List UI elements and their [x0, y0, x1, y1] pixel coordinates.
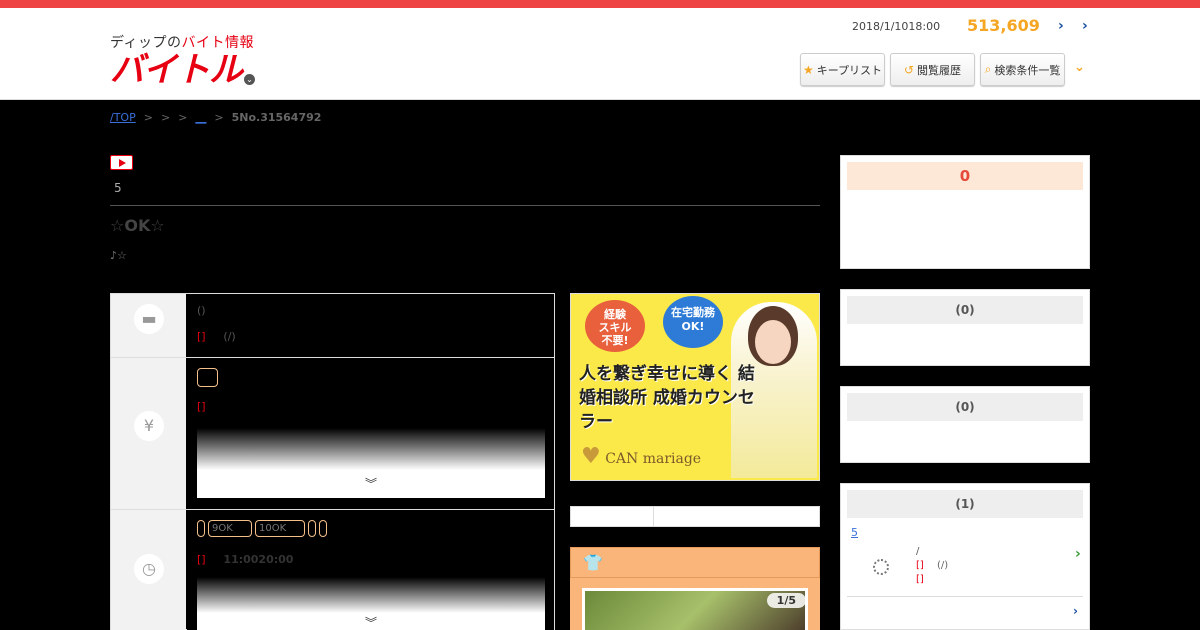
table-row: ◷ 9OK 10OK [] 11:0020:00 ︾ [111, 510, 554, 630]
side-card-saved: (0) [840, 386, 1090, 463]
breadcrumb: /TOP > > > __ > 5No.31564792 [110, 111, 322, 124]
video-icon[interactable] [110, 155, 133, 170]
breadcrumb-top-link[interactable]: /TOP [110, 111, 136, 124]
banner-logo: ♥ CAN mariage [581, 444, 702, 469]
tab-bar[interactable] [570, 506, 820, 527]
side-card-history: (0) [840, 289, 1090, 366]
title-divider [110, 205, 820, 206]
shift-badge: 10OK [255, 520, 305, 537]
job-count: 513,609 [967, 16, 1040, 35]
keep-list-button[interactable]: ★ キープリスト [800, 53, 885, 86]
expand-icon[interactable]: ︾ [365, 614, 377, 630]
clock-icon: ◷ [134, 554, 164, 584]
expand-icon[interactable]: ︾ [365, 475, 377, 492]
salary-details-collapsed[interactable]: ︾ [197, 428, 545, 498]
side-card-recommend: (1) 5 / [] (/) [] › › [840, 483, 1090, 630]
table-row: ▬ () [] (/) [111, 294, 554, 358]
job-subtitle: ♪☆ [110, 249, 127, 262]
photo-counter: 1/5 [766, 593, 806, 608]
site-header: ディップのバイト情報 バイトル ⌄ 2018/1/1018:00 513,609… [0, 8, 1200, 100]
job-title: ☆OK☆ [110, 216, 165, 235]
heart-icon: ♥ [581, 444, 601, 469]
photo-gallery: 1/5 [570, 578, 820, 630]
update-datetime: 2018/1/1018:00 [852, 20, 941, 33]
loading-icon [873, 559, 889, 575]
promo-bubble: 経験 スキル 不要! [585, 300, 645, 352]
work-hours: 11:0020:00 [223, 553, 294, 566]
search-conditions-button[interactable]: ⌕ 検索条件一覧 [980, 53, 1065, 86]
saved-count: (0) [847, 393, 1083, 421]
hours-details-collapsed[interactable]: ︾ [197, 577, 545, 630]
banner-headline: 人を繋ぎ幸せに導く 結婚相談所 成婚カウンセラー [579, 364, 755, 432]
history-count: (0) [847, 296, 1083, 324]
yen-icon: ¥ [134, 411, 164, 441]
job-rank: 5 [114, 181, 122, 195]
shirt-icon: 👕 [583, 553, 603, 572]
keep-count: 0 [847, 162, 1083, 190]
recommend-link[interactable]: 5 [851, 526, 901, 539]
chevron-down-icon[interactable]: ⌄ [1074, 60, 1085, 75]
breadcrumb-current: 5No.31564792 [231, 111, 322, 124]
job-info-table: ▬ () [] (/) ¥ [] ︾ ◷ 9OK 10OK [] 11:0020… [110, 293, 555, 630]
recommend-count: (1) [847, 490, 1083, 518]
search-icon: ⌕ [984, 62, 992, 76]
chevron-right-icon[interactable]: › [1082, 18, 1088, 34]
history-icon: ↺ [903, 62, 915, 77]
ad-banner[interactable]: 経験 スキル 不要! 在宅勤務 OK! 人を繋ぎ幸せに導く 結婚相談所 成婚カウ… [570, 293, 820, 481]
breadcrumb-link[interactable]: __ [195, 111, 206, 124]
logo-chevron-icon[interactable]: ⌄ [244, 74, 255, 85]
history-button[interactable]: ↺ 閲覧履歴 [890, 53, 975, 86]
promo-bubble: 在宅勤務 OK! [663, 296, 723, 348]
logo-subtitle[interactable]: ディップのバイト情報 [110, 32, 254, 52]
table-row: ¥ [] ︾ [111, 358, 554, 510]
chevron-right-icon[interactable]: › [1073, 604, 1078, 618]
chevron-right-icon[interactable]: › [1075, 546, 1081, 562]
salary-badge [197, 368, 218, 387]
chevron-right-icon[interactable]: › [1058, 18, 1064, 34]
site-logo[interactable]: バイトル [110, 50, 243, 90]
briefcase-icon: ▬ [134, 304, 164, 334]
side-card-keep: 0 [840, 155, 1090, 269]
top-accent-bar [0, 0, 1200, 8]
star-icon: ★ [802, 62, 814, 77]
photo-header: 👕 [570, 547, 820, 578]
shift-badge: 9OK [208, 520, 252, 537]
